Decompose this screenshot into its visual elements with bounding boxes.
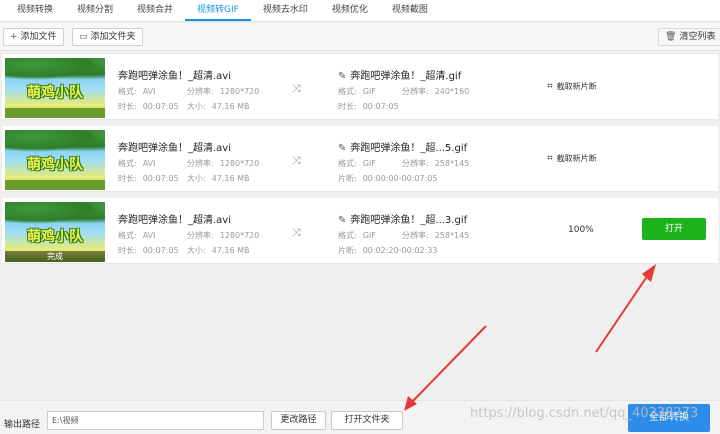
size-label: 大小: <box>187 246 206 255</box>
crop-new-segment-button[interactable]: ⌗ 截取新片断 <box>547 153 597 164</box>
source-file-name: 奔跑吧弹涂鱼！_超清.avi <box>118 215 232 226</box>
output-file-name: 奔跑吧弹涂鱼！_超...5.gif <box>350 143 468 154</box>
toolbar: + 添加文件 ▭ 添加文件夹 🗑 清空列表 <box>0 23 720 51</box>
add-file-button[interactable]: + 添加文件 <box>3 28 64 46</box>
crop-icon: ⌗ <box>547 153 553 164</box>
source-file-name: 奔跑吧弹涂鱼！_超清.avi <box>118 71 232 82</box>
source-file-name: 奔跑吧弹涂鱼！_超清.avi <box>118 143 232 154</box>
tab-video-screenshot[interactable]: 视频截图 <box>380 0 440 21</box>
source-format: AVI <box>142 87 156 96</box>
source-size: 47.16 MB <box>211 246 250 255</box>
list-item[interactable]: 萌鸡小队 完成 奔跑吧弹涂鱼！_超清.avi 格式: AVI 分辨率: 1280*7… <box>2 198 718 264</box>
tab-video-split[interactable]: 视频分割 <box>65 0 125 21</box>
progress-percent: 100% <box>568 225 594 235</box>
output-file-name: 奔跑吧弹涂鱼！_超清.gif <box>350 71 462 82</box>
source-size: 47.16 MB <box>211 102 250 111</box>
format-label: 格式: <box>118 159 137 168</box>
output-format: GIF <box>362 159 376 168</box>
video-thumbnail: 萌鸡小队 <box>5 58 105 118</box>
tab-video-convert[interactable]: 视频转换 <box>5 0 65 21</box>
shuffle-icon: ⤨ <box>292 82 301 95</box>
output-path-field[interactable]: E:\视频 <box>47 411 264 430</box>
pencil-icon[interactable]: ✎ <box>338 215 346 226</box>
resolution-label: 分辨率: <box>187 231 214 240</box>
duration-label: 时长: <box>118 102 137 111</box>
trash-icon: 🗑 <box>665 32 677 42</box>
format-label: 格式: <box>338 87 357 96</box>
output-format: GIF <box>362 231 376 240</box>
source-size: 47.16 MB <box>211 174 250 183</box>
format-label: 格式: <box>118 87 137 96</box>
crop-label: 截取新片断 <box>556 154 597 163</box>
tab-video-to-gif[interactable]: 视频转GIF <box>185 0 251 21</box>
tab-bar: 视频转换 视频分割 视频合并 视频转GIF 视频去水印 视频优化 视频截图 <box>0 0 720 22</box>
output-file-name: 奔跑吧弹涂鱼！_超...3.gif <box>350 215 468 226</box>
resolution-label: 分辨率: <box>402 87 429 96</box>
add-folder-button[interactable]: ▭ 添加文件夹 <box>72 28 143 46</box>
open-folder-button[interactable]: 打开文件夹 <box>331 411 403 430</box>
done-badge: 完成 <box>5 251 105 262</box>
source-duration: 00:07:05 <box>142 102 179 111</box>
thumbnail-logo: 萌鸡小队 <box>27 85 83 101</box>
source-resolution: 1280*720 <box>219 159 260 168</box>
pencil-icon[interactable]: ✎ <box>338 71 346 82</box>
source-format: AVI <box>142 159 156 168</box>
thumbnail-logo: 萌鸡小队 <box>27 157 83 173</box>
add-folder-label: 添加文件夹 <box>90 32 136 42</box>
pencil-icon[interactable]: ✎ <box>338 143 346 154</box>
open-button[interactable]: 打开 <box>642 218 706 240</box>
output-resolution: 240*160 <box>434 87 470 96</box>
tab-video-optimize[interactable]: 视频优化 <box>320 0 380 21</box>
output-format: GIF <box>362 87 376 96</box>
resolution-label: 分辨率: <box>187 87 214 96</box>
plus-icon: + <box>10 32 18 42</box>
output-segment: 00:02:20-00:02:33 <box>362 246 438 255</box>
resolution-label: 分辨率: <box>187 159 214 168</box>
source-resolution: 1280*720 <box>219 231 260 240</box>
output-file-name-row[interactable]: ✎ 奔跑吧弹涂鱼！_超...5.gif <box>338 139 467 154</box>
source-duration: 00:07:05 <box>142 246 179 255</box>
size-label: 大小: <box>187 102 206 111</box>
output-resolution: 258*145 <box>434 159 470 168</box>
duration-label: 时长: <box>118 174 137 183</box>
format-label: 格式: <box>338 159 357 168</box>
add-file-label: 添加文件 <box>20 32 57 42</box>
shuffle-icon: ⤨ <box>292 154 301 167</box>
source-resolution: 1280*720 <box>219 87 260 96</box>
output-file-name-row[interactable]: ✎ 奔跑吧弹涂鱼！_超清.gif <box>338 67 461 82</box>
output-duration: 00:07:05 <box>362 102 399 111</box>
output-file-name-row[interactable]: ✎ 奔跑吧弹涂鱼！_超...3.gif <box>338 211 467 226</box>
folder-icon: ▭ <box>79 32 88 42</box>
output-segment: 00:00:00-00:07:05 <box>362 174 438 183</box>
file-list: 萌鸡小队 奔跑吧弹涂鱼！_超清.avi 格式: AVI 分辨率: 1280*720 … <box>0 52 720 400</box>
change-path-button[interactable]: 更改路径 <box>271 411 326 430</box>
crop-label: 截取新片断 <box>556 82 597 91</box>
shuffle-icon: ⤨ <box>292 226 301 239</box>
segment-label: 片断: <box>338 246 357 255</box>
output-path-label: 输出路径 <box>4 420 41 430</box>
list-item[interactable]: 萌鸡小队 奔跑吧弹涂鱼！_超清.avi 格式: AVI 分辨率: 1280*720 … <box>2 54 718 120</box>
list-item[interactable]: 萌鸡小队 奔跑吧弹涂鱼！_超清.avi 格式: AVI 分辨率: 1280*720 … <box>2 126 718 192</box>
thumbnail-logo: 萌鸡小队 <box>27 229 83 245</box>
format-label: 格式: <box>338 231 357 240</box>
tab-video-merge[interactable]: 视频合并 <box>125 0 185 21</box>
format-label: 格式: <box>118 231 137 240</box>
source-format: AVI <box>142 231 156 240</box>
segment-label: 片断: <box>338 174 357 183</box>
tab-remove-watermark[interactable]: 视频去水印 <box>251 0 320 21</box>
crop-new-segment-button[interactable]: ⌗ 截取新片断 <box>547 81 597 92</box>
watermark-text: https://blog.csdn.net/qq_40338273 <box>470 406 699 421</box>
duration-label: 时长: <box>338 102 357 111</box>
clear-list-label: 清空列表 <box>679 32 716 42</box>
duration-label: 时长: <box>118 246 137 255</box>
crop-icon: ⌗ <box>547 81 553 92</box>
output-resolution: 258*145 <box>434 231 470 240</box>
video-thumbnail: 萌鸡小队 <box>5 130 105 190</box>
video-thumbnail: 萌鸡小队 完成 <box>5 202 105 262</box>
clear-list-button[interactable]: 🗑 清空列表 <box>658 28 720 46</box>
resolution-label: 分辨率: <box>402 159 429 168</box>
source-duration: 00:07:05 <box>142 174 179 183</box>
resolution-label: 分辨率: <box>402 231 429 240</box>
size-label: 大小: <box>187 174 206 183</box>
